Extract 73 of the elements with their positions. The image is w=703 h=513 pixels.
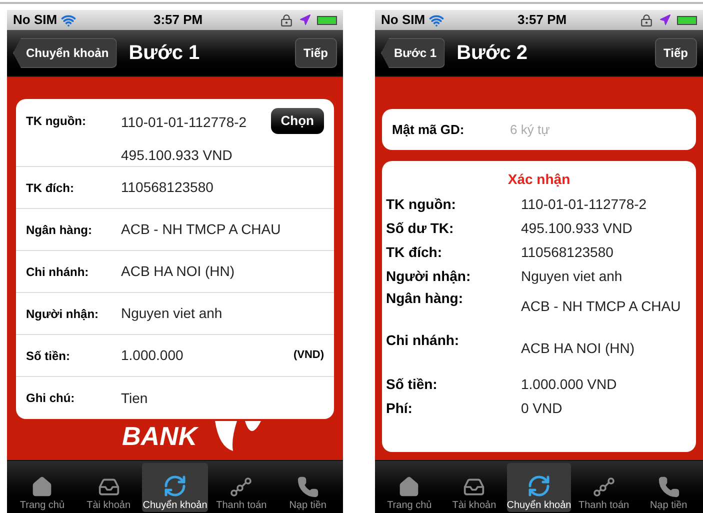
nodes-icon (230, 476, 252, 498)
phone-icon (658, 476, 680, 498)
phone-icon (296, 476, 319, 498)
tab-item[interactable]: Chuyển khoản (142, 462, 208, 512)
bank-logo-text: BANK (122, 420, 198, 453)
tab-item[interactable]: Nạp tiền (274, 462, 342, 512)
field-label: TK nguồn: (386, 194, 457, 214)
field-label: TK đích: (386, 242, 443, 262)
field-value: ACB HA NOI (HN) (121, 262, 235, 281)
field-value: ACB - NH TMCP A CHAU (521, 297, 681, 316)
location-icon (299, 14, 312, 26)
carrier-label: No SIM (13, 11, 58, 30)
battery-icon (677, 16, 698, 24)
field-label: Ngân hàng: (386, 289, 464, 308)
currency-label: (VND) (293, 348, 324, 364)
next-button[interactable]: Tiếp (654, 38, 697, 68)
rotation-lock-icon (640, 14, 654, 26)
field-value: 110568123580 (521, 242, 614, 262)
rotation-lock-icon (280, 14, 294, 26)
field-value: ACB HA NOI (HN) (521, 339, 635, 358)
confirmation-title: Xác nhận (508, 170, 570, 189)
time-label: 3:57 PM (153, 11, 203, 30)
field-label: Chi nhánh: (26, 264, 90, 280)
field-label: TK nguồn: (26, 113, 87, 130)
carrier-label: No SIM (381, 11, 426, 30)
refresh-icon (163, 474, 188, 498)
tab-item[interactable]: Tài khoản (75, 462, 142, 512)
location-icon (659, 14, 672, 26)
field-value: Nguyen viet anh (121, 304, 222, 323)
tab-item[interactable]: Trang chủ (377, 462, 442, 512)
account-number: 110-01-01-112778-2 (121, 113, 247, 132)
tab-item[interactable]: Thanh toán (208, 462, 275, 512)
field-label: Người nhận: (386, 266, 472, 286)
field-value: 1.000.000 VND (521, 374, 617, 394)
balance-text: 495.100.933 VND (121, 146, 234, 165)
field-label: Phí: (386, 398, 414, 418)
battery-icon (317, 16, 338, 24)
field-label: Ngân hàng: (26, 222, 93, 238)
screen-title: Bước 1 (128, 41, 200, 66)
field-label: Người nhận: (26, 306, 100, 322)
back-button[interactable]: Chuyển khoản (13, 38, 117, 68)
field-value: 495.100.933 VND (521, 218, 632, 238)
tab-item[interactable]: Tài khoản (442, 462, 507, 512)
field-label: Chi nhánh: (386, 331, 460, 350)
home-icon (31, 476, 54, 498)
field-value: 110568123580 (121, 178, 214, 197)
tab-item[interactable]: Thanh toán (571, 462, 636, 512)
tab-item[interactable]: Chuyển khoản (506, 462, 572, 512)
tab-item[interactable]: Trang chủ (9, 462, 76, 512)
field-label: Số tiền: (26, 348, 71, 364)
password-field[interactable]: Mật mã GD: 6 ký tự (382, 109, 696, 150)
nodes-icon (592, 476, 615, 498)
tab-item[interactable]: Nạp tiền (636, 462, 701, 512)
field-label: TK đích: (26, 180, 75, 196)
field-label: Ghi chú: (26, 390, 76, 407)
screen-title: Bước 2 (456, 41, 528, 66)
back-button[interactable]: Bước 1 (381, 38, 445, 68)
time-label: 3:57 PM (517, 11, 567, 30)
field-value: 110-01-01-112778-2 (521, 194, 647, 214)
field-label: Số dư TK: (386, 218, 455, 238)
next-button[interactable]: Tiếp (294, 38, 337, 68)
field-value: Tien (121, 388, 148, 408)
choose-button[interactable]: Chọn (270, 108, 324, 134)
wifi-icon (61, 12, 76, 28)
home-icon (398, 476, 420, 498)
field-value: 1.000.000 (121, 346, 184, 365)
field-value: 0 VND (521, 398, 562, 418)
field-value: Nguyen viet anh (521, 266, 622, 286)
refresh-icon (526, 474, 551, 498)
field-value: ACB - NH TMCP A CHAU (121, 220, 281, 239)
wifi-icon (429, 12, 444, 28)
password-input[interactable]: 6 ký tự (510, 120, 686, 140)
field-label: Số tiền: (386, 374, 438, 394)
